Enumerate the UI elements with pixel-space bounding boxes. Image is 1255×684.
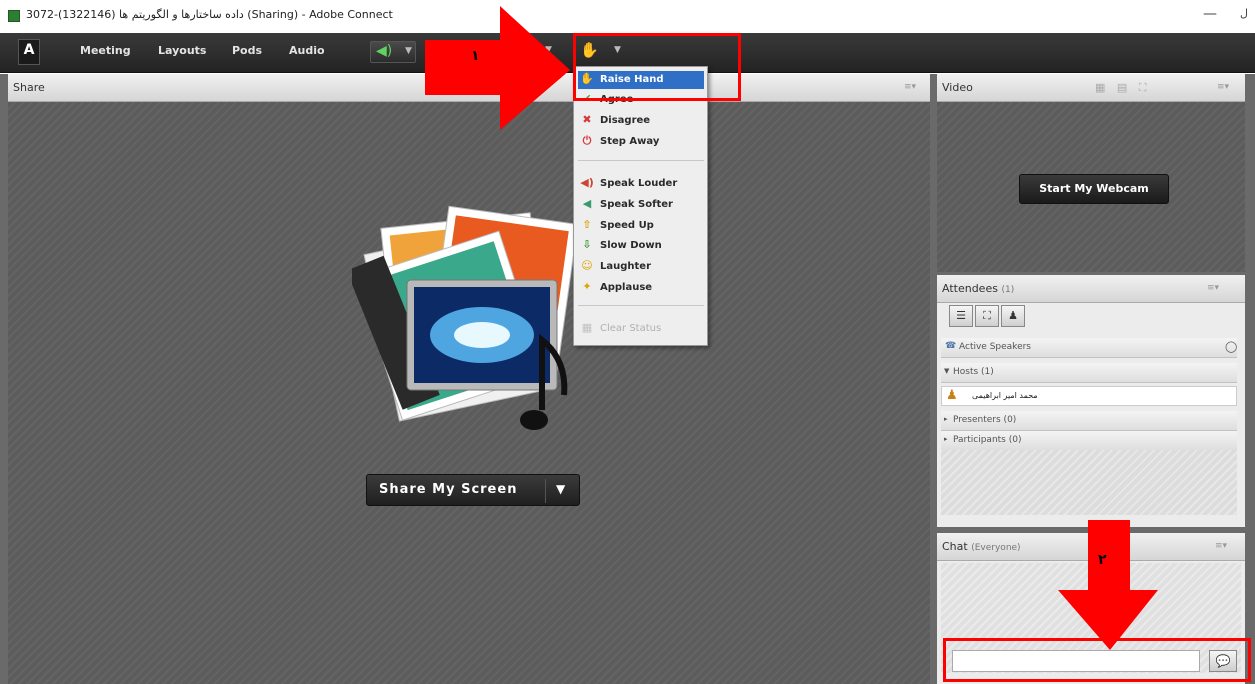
status-label: Speak Louder [600, 178, 678, 189]
video-pod-header: Video ▦ ▤ ⛶ ≡▾ [937, 74, 1245, 102]
menu-meeting[interactable]: Meeting [80, 44, 131, 57]
speaker-icon: ◀) [376, 43, 393, 59]
chevron-right-icon: ▸ [944, 435, 948, 443]
speak-softer-icon: ◀ [582, 197, 592, 210]
list-view-icon[interactable]: ☰ [949, 305, 973, 327]
participants-label: Participants (0) [953, 435, 1022, 445]
chevron-down-icon: ▼ [944, 367, 950, 375]
host-user-name: محمد امیر ابراهیمی [972, 391, 1038, 400]
menu-divider [578, 305, 704, 306]
button-divider [545, 479, 546, 503]
status-clear-status: ▦ Clear Status [578, 320, 704, 338]
adobe-logo: A [18, 39, 40, 65]
chat-scope: (Everyone) [971, 543, 1021, 553]
video-pod-title: Video [942, 81, 973, 94]
chat-pod-header: Chat (Everyone) ≡▾ [937, 533, 1245, 561]
pod-options-icon[interactable]: ≡▾ [1217, 82, 1229, 92]
speaker-button[interactable]: ◀) ▼ [370, 41, 416, 63]
pod-options-icon[interactable]: ≡▾ [1215, 541, 1227, 551]
disagree-icon: ✖ [582, 113, 592, 126]
chevron-down-icon[interactable]: ▼ [545, 45, 552, 55]
host-avatar-icon: ♟ [946, 388, 958, 403]
attendees-pod: Attendees (1) ≡▾ ☰ ⛶ ♟ Active Speakers ☎… [937, 275, 1245, 527]
attendees-title: Attendees [942, 282, 998, 295]
attendee-status-icon[interactable]: ♟ [1001, 305, 1025, 327]
attendees-pod-title: Attendees (1) [942, 282, 1014, 295]
pod-options-icon[interactable]: ≡▾ [1207, 283, 1219, 293]
share-pod-header: Share ≡▾ [8, 74, 930, 102]
status-applause[interactable]: ✦ Applause [578, 279, 704, 297]
status-speed-up[interactable]: ⇧ Speed Up [578, 217, 704, 235]
share-screen-illustration [352, 205, 579, 430]
pod-options-icon[interactable]: ≡▾ [904, 82, 916, 92]
video-pod: Video ▦ ▤ ⛶ ≡▾ Start My Webcam [937, 74, 1245, 272]
status-label: Laughter [600, 261, 652, 272]
presenters-label: Presenters (0) [953, 415, 1017, 425]
chat-pod-title: Chat (Everyone) [942, 540, 1021, 553]
status-step-away[interactable]: ⏻ Step Away [578, 133, 704, 151]
status-label: Disagree [600, 115, 651, 126]
presenters-section[interactable]: Presenters (0) ▸ [941, 411, 1237, 431]
share-my-screen-button[interactable]: Share My Screen ▼ [366, 474, 580, 506]
adobe-connect-app-icon [8, 10, 20, 22]
attendees-pod-header: Attendees (1) ≡▾ [937, 275, 1245, 303]
step-away-icon: ⏻ [582, 134, 592, 147]
laughter-icon: ☺ [581, 259, 593, 272]
speak-louder-icon: ◀) [580, 176, 594, 189]
expand-icon[interactable]: ◯ [1225, 340, 1237, 353]
status-label: Speak Softer [600, 199, 673, 210]
share-my-screen-label: Share My Screen [379, 482, 518, 497]
attendees-empty-area [941, 450, 1237, 515]
annotation-number-1: ۱ [471, 48, 480, 64]
attendees-count: (1) [1001, 285, 1015, 295]
speed-up-icon: ⇧ [582, 218, 592, 231]
minimize-button[interactable]: — [1203, 6, 1217, 22]
status-speak-softer[interactable]: ◀ Speak Softer [578, 196, 704, 214]
clear-status-icon: ▦ [581, 321, 593, 334]
hosts-section[interactable]: Hosts (1) ▼ [941, 363, 1237, 383]
window-title: 3072-(1322146) داده ساختارها و الگوریتم … [26, 8, 393, 21]
menu-audio[interactable]: Audio [289, 44, 325, 57]
start-webcam-button[interactable]: Start My Webcam [1019, 174, 1169, 204]
fullscreen-icon[interactable]: ⛶ [975, 305, 999, 327]
status-laughter[interactable]: ☺ Laughter [578, 258, 704, 276]
chat-highlight-box [943, 638, 1251, 682]
attendees-toolbar: ☰ ⛶ ♟ [949, 305, 1031, 329]
applause-icon: ✦ [582, 280, 592, 293]
status-label: Clear Status [600, 323, 662, 334]
status-slow-down[interactable]: ⇩ Slow Down [578, 237, 704, 255]
participants-section[interactable]: Participants (0) ▸ [941, 431, 1237, 451]
menu-pods[interactable]: Pods [232, 44, 262, 57]
menu-layouts[interactable]: Layouts [158, 44, 206, 57]
host-user-row[interactable]: ♟ محمد امیر ابراهیمی [941, 386, 1237, 406]
status-label: Slow Down [600, 240, 662, 251]
chevron-down-icon[interactable]: ▼ [556, 482, 565, 496]
chat-title: Chat [942, 540, 968, 553]
slow-down-icon: ⇩ [582, 238, 592, 251]
status-speak-louder[interactable]: ◀) Speak Louder [578, 175, 704, 193]
hosts-label: Hosts (1) [953, 367, 994, 377]
status-dropdown-menu: ✋ Raise Hand ✔ Agree ✖ Disagree ⏻ Step A… [573, 66, 708, 346]
status-label: Applause [600, 282, 653, 293]
phone-icon: ☎ [945, 341, 957, 351]
chevron-right-icon: ▸ [944, 415, 948, 423]
active-speakers-label: Active Speakers [959, 342, 1031, 352]
status-label: Step Away [600, 136, 660, 147]
video-layout-icons[interactable]: ▦ ▤ ⛶ [1095, 81, 1150, 95]
window-titlebar: 3072-(1322146) داده ساختارها و الگوریتم … [0, 0, 1255, 33]
close-button[interactable]: ل [1240, 7, 1248, 20]
annotation-number-2: ۲ [1098, 552, 1107, 568]
status-label: Speed Up [600, 220, 654, 231]
active-speakers-row: Active Speakers ☎ ◯ [941, 338, 1237, 358]
menu-divider [578, 160, 704, 161]
status-highlight-box [573, 33, 741, 101]
chevron-down-icon: ▼ [405, 46, 412, 56]
status-disagree[interactable]: ✖ Disagree [578, 112, 704, 130]
share-pod-title: Share [13, 81, 45, 94]
